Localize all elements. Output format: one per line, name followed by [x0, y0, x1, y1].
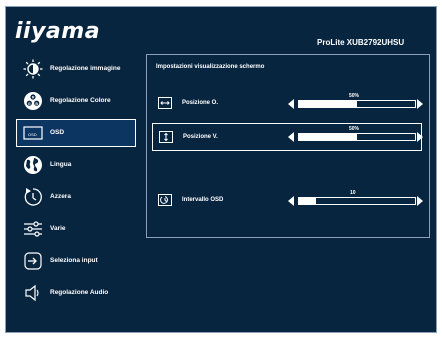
setting-value: 50%: [349, 126, 360, 132]
horizontal-position-icon: [158, 97, 172, 109]
globe-icon: [24, 156, 42, 174]
menu-label: Regolazione Colore: [50, 97, 111, 104]
osd-timeout-slider[interactable]: [298, 197, 416, 205]
menu-label: Regolazione Audio: [50, 289, 109, 296]
setting-row-posizione-o[interactable]: Posizione O. 50%: [152, 90, 423, 118]
panel-title: Impostazioni visualizzazione schermo: [156, 64, 265, 70]
increase-arrow-icon[interactable]: [417, 196, 423, 206]
menu-label: OSD: [50, 129, 65, 136]
setting-row-intervallo-osd[interactable]: Intervallo OSD 10: [152, 187, 423, 215]
menu-item-regolazione-audio[interactable]: Regolazione Audio: [16, 279, 136, 307]
menu-label: Varie: [50, 225, 66, 232]
menu-item-seleziona-input[interactable]: Seleziona input: [16, 247, 136, 275]
setting-value: 50%: [349, 93, 360, 99]
setting-value: 10: [350, 190, 356, 196]
increase-arrow-icon[interactable]: [417, 99, 423, 109]
menu-item-varie[interactable]: Varie: [16, 215, 136, 243]
osd-window: iiyama ProLite XUB2792UHSU Regolazione i…: [5, 6, 437, 333]
setting-row-posizione-v[interactable]: Posizione V. 50%: [152, 123, 423, 151]
color-palette-icon: R G B: [24, 92, 42, 110]
model-name: ProLite XUB2792UHSU: [317, 38, 405, 47]
settings-panel: Impostazioni visualizzazione schermo Pos…: [146, 54, 430, 238]
sliders-icon: [24, 221, 42, 237]
decrease-arrow-icon[interactable]: [288, 132, 294, 142]
setting-label: Posizione V.: [183, 134, 218, 140]
slider-fill: [299, 134, 357, 140]
vertical-position-slider[interactable]: [298, 133, 416, 141]
menu-label: Lingua: [50, 161, 72, 168]
vertical-position-icon: [159, 131, 173, 143]
brand-logo: iiyama: [15, 19, 101, 44]
menu-label: Regolazione immagine: [50, 65, 121, 72]
menu-item-regolazione-immagine[interactable]: Regolazione immagine: [16, 55, 136, 83]
svg-text:B: B: [35, 102, 38, 106]
svg-text:G: G: [28, 102, 31, 106]
timer-icon: [158, 194, 172, 206]
speaker-icon: [25, 284, 39, 302]
slider-fill: [299, 101, 357, 107]
setting-label: Intervallo OSD: [182, 197, 224, 203]
decrease-arrow-icon[interactable]: [288, 99, 294, 109]
osd-icon-text: OSD: [28, 132, 37, 137]
decrease-arrow-icon[interactable]: [288, 196, 294, 206]
menu-label: Seleziona input: [50, 257, 98, 264]
slider-fill: [299, 198, 317, 204]
menu-item-azzera[interactable]: Azzera: [16, 183, 136, 211]
menu-item-osd[interactable]: OSD OSD: [16, 119, 136, 147]
menu-item-lingua[interactable]: Lingua: [16, 151, 136, 179]
menu-label: Azzera: [50, 193, 71, 200]
brightness-icon: [23, 59, 43, 79]
horizontal-position-slider[interactable]: [298, 100, 416, 108]
reset-icon: [24, 188, 42, 206]
svg-text:R: R: [32, 96, 35, 100]
input-icon: [24, 252, 42, 270]
setting-label: Posizione O.: [182, 100, 219, 106]
increase-arrow-icon[interactable]: [417, 132, 423, 142]
menu-item-regolazione-colore[interactable]: R G B Regolazione Colore: [16, 87, 136, 115]
